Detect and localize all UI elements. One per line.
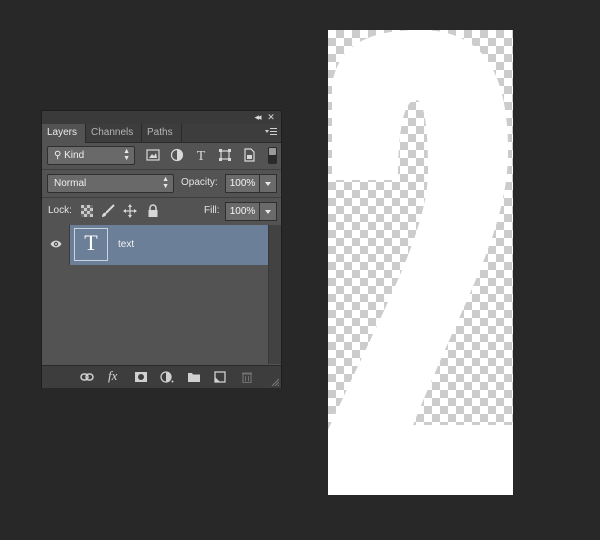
collapse-panel-icon[interactable]: ◂◂ [251, 111, 263, 124]
tab-paths[interactable]: Paths [142, 124, 182, 142]
blend-mode-value: Normal [54, 178, 87, 189]
fill-label: Fill: [204, 205, 220, 216]
panel-bottom-toolbar: fx [42, 365, 281, 388]
opacity-input[interactable]: 100% [225, 174, 260, 193]
lock-pixels-brush-icon[interactable] [101, 204, 115, 218]
image-filter-icon[interactable] [146, 148, 160, 162]
layers-scrollbar[interactable] [268, 225, 281, 364]
document-canvas[interactable] [328, 30, 513, 495]
fill-dropdown-button[interactable] [260, 202, 277, 221]
layer-visibility-toggle[interactable] [42, 225, 70, 265]
adjustment-layer-icon[interactable] [160, 371, 174, 383]
tab-channels[interactable]: Channels [86, 124, 142, 142]
search-icon: ⚲ [54, 150, 62, 161]
resize-grip-icon[interactable] [271, 378, 279, 386]
layer-thumbnail: T [74, 228, 108, 261]
opacity-dropdown-button[interactable] [260, 174, 277, 193]
type-filter-icon[interactable]: T [194, 148, 208, 162]
layer-name[interactable]: text [118, 225, 134, 265]
lock-label: Lock: [48, 205, 72, 216]
adjustment-filter-icon[interactable] [170, 148, 184, 162]
filter-kind-select[interactable]: ⚲ Kind ▲ ▼ [47, 146, 135, 165]
layer-row[interactable]: T text [42, 225, 268, 265]
svg-text:T: T [197, 149, 206, 162]
numeral-two-shape [328, 30, 513, 495]
filter-kind-label: Kind [64, 150, 85, 161]
panel-title-bar: ◂◂ ✕ [42, 111, 281, 124]
divider [42, 197, 281, 198]
close-panel-icon[interactable]: ✕ [265, 111, 277, 124]
lock-position-move-icon[interactable] [123, 204, 137, 218]
fill-input[interactable]: 100% [225, 202, 260, 221]
layers-list: T text [42, 225, 268, 364]
filter-toggle-switch[interactable] [268, 147, 277, 164]
smart-object-filter-icon[interactable] [242, 148, 256, 162]
new-layer-icon[interactable] [213, 371, 227, 383]
panel-tabs: Layers Channels Paths [42, 124, 281, 143]
mask-icon[interactable] [134, 371, 148, 383]
select-arrows-icon: ▲ ▼ [123, 148, 130, 162]
trash-icon[interactable] [240, 371, 254, 383]
layer-item-selected[interactable]: T text [70, 225, 268, 265]
opacity-label: Opacity: [181, 177, 218, 188]
shape-filter-icon[interactable] [218, 148, 232, 162]
link-icon[interactable] [80, 371, 94, 383]
select-arrows-icon: ▲ ▼ [162, 176, 169, 190]
fx-icon[interactable]: fx [108, 368, 117, 384]
divider [42, 169, 281, 170]
type-layer-icon: T [84, 230, 98, 255]
layers-panel: ◂◂ ✕ Layers Channels Paths ⚲ Kind ▲▼ T [41, 110, 282, 388]
panel-menu-icon[interactable] [265, 127, 277, 137]
folder-icon[interactable] [187, 371, 201, 383]
lock-transparency-icon[interactable] [80, 204, 94, 218]
lock-all-padlock-icon[interactable] [146, 204, 160, 218]
tab-layers[interactable]: Layers [42, 124, 86, 143]
blend-mode-select[interactable]: Normal ▲ ▼ [47, 174, 174, 193]
eye-icon [50, 240, 62, 248]
